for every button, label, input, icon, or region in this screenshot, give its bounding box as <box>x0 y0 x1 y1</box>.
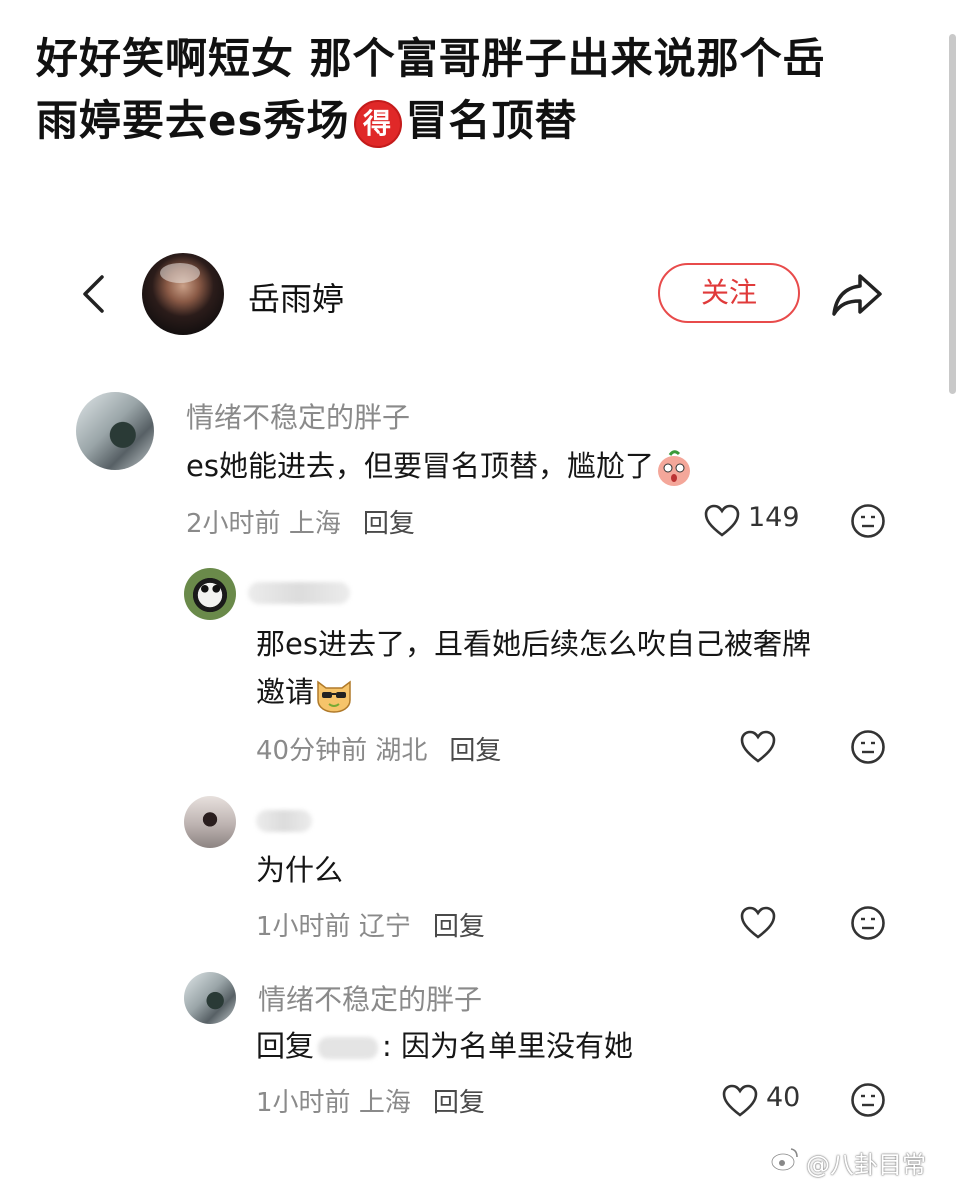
like-button[interactable]: 40 <box>722 1082 812 1122</box>
reply-button[interactable]: 回复 <box>449 736 501 766</box>
comment-text-line-2: 邀请 <box>256 668 354 716</box>
caption-line-1: 好好笑啊短女 那个富哥胖子出来说那个岳 <box>36 34 826 83</box>
like-count: 149 <box>748 502 800 533</box>
shocked-emoji-icon <box>657 450 690 486</box>
commenter-avatar[interactable] <box>184 796 236 848</box>
caption-line-2a: 雨婷要去es秀场 <box>36 96 350 145</box>
profile-header: 岳雨婷 关注 <box>0 248 960 348</box>
like-count: 40 <box>766 1082 801 1113</box>
cool-dog-emoji-icon <box>317 680 351 713</box>
de-badge-icon: 得 <box>353 99 402 148</box>
heart-icon <box>722 1084 758 1117</box>
comment-text: 那es进去了，且看她后续怎么吹自己被奢牌 <box>256 627 811 661</box>
comment-meta: 2小时前 上海 回复 <box>186 509 415 539</box>
caption-line-2b: 冒名顶替 <box>405 96 578 145</box>
like-button[interactable] <box>740 728 780 768</box>
heart-icon <box>704 504 740 537</box>
dislike-face-icon[interactable] <box>850 905 886 941</box>
reply-button[interactable]: 回复 <box>363 509 415 539</box>
commenter-avatar[interactable] <box>184 972 236 1024</box>
weibo-logo-icon <box>771 1148 798 1171</box>
profile-avatar[interactable] <box>142 253 224 335</box>
follow-button[interactable]: 关注 <box>658 263 800 323</box>
comment-username[interactable]: 情绪不稳定的胖子 <box>258 978 482 1018</box>
dislike-face-icon[interactable] <box>850 729 886 765</box>
commenter-avatar[interactable] <box>76 392 154 470</box>
blurred-username <box>256 810 312 832</box>
comment-text: 为什么 <box>256 853 344 887</box>
like-button[interactable]: 149 <box>704 502 814 542</box>
dislike-face-icon[interactable] <box>850 503 886 539</box>
blurred-mention <box>318 1037 379 1059</box>
post-caption: 好好笑啊短女 那个富哥胖子出来说那个岳 雨婷要去es秀场得冒名顶替 <box>36 28 926 152</box>
comment-meta: 1小时前 上海 回复 <box>256 1088 485 1118</box>
comment-text: 回复: 因为名单里没有她 <box>256 1029 634 1063</box>
back-arrow-icon[interactable] <box>80 274 106 314</box>
watermark: @八卦目常 <box>806 1151 926 1179</box>
dislike-face-icon[interactable] <box>850 1082 886 1118</box>
like-button[interactable] <box>740 904 780 944</box>
profile-name[interactable]: 岳雨婷 <box>248 274 344 320</box>
share-icon[interactable] <box>830 270 884 318</box>
comment-meta: 40分钟前 湖北 回复 <box>256 736 502 766</box>
heart-icon <box>740 906 776 939</box>
commenter-avatar[interactable] <box>184 568 236 620</box>
blurred-username <box>248 582 350 604</box>
reply-button[interactable]: 回复 <box>433 912 485 942</box>
comment-username[interactable]: 情绪不稳定的胖子 <box>186 396 410 436</box>
comment-meta: 1小时前 辽宁 回复 <box>256 912 485 942</box>
reply-button[interactable]: 回复 <box>433 1088 485 1118</box>
heart-icon <box>740 730 776 763</box>
comment-text: es她能进去，但要冒名顶替，尴尬了 <box>186 442 694 490</box>
caption-line-2: 雨婷要去es秀场得冒名顶替 <box>36 90 926 152</box>
